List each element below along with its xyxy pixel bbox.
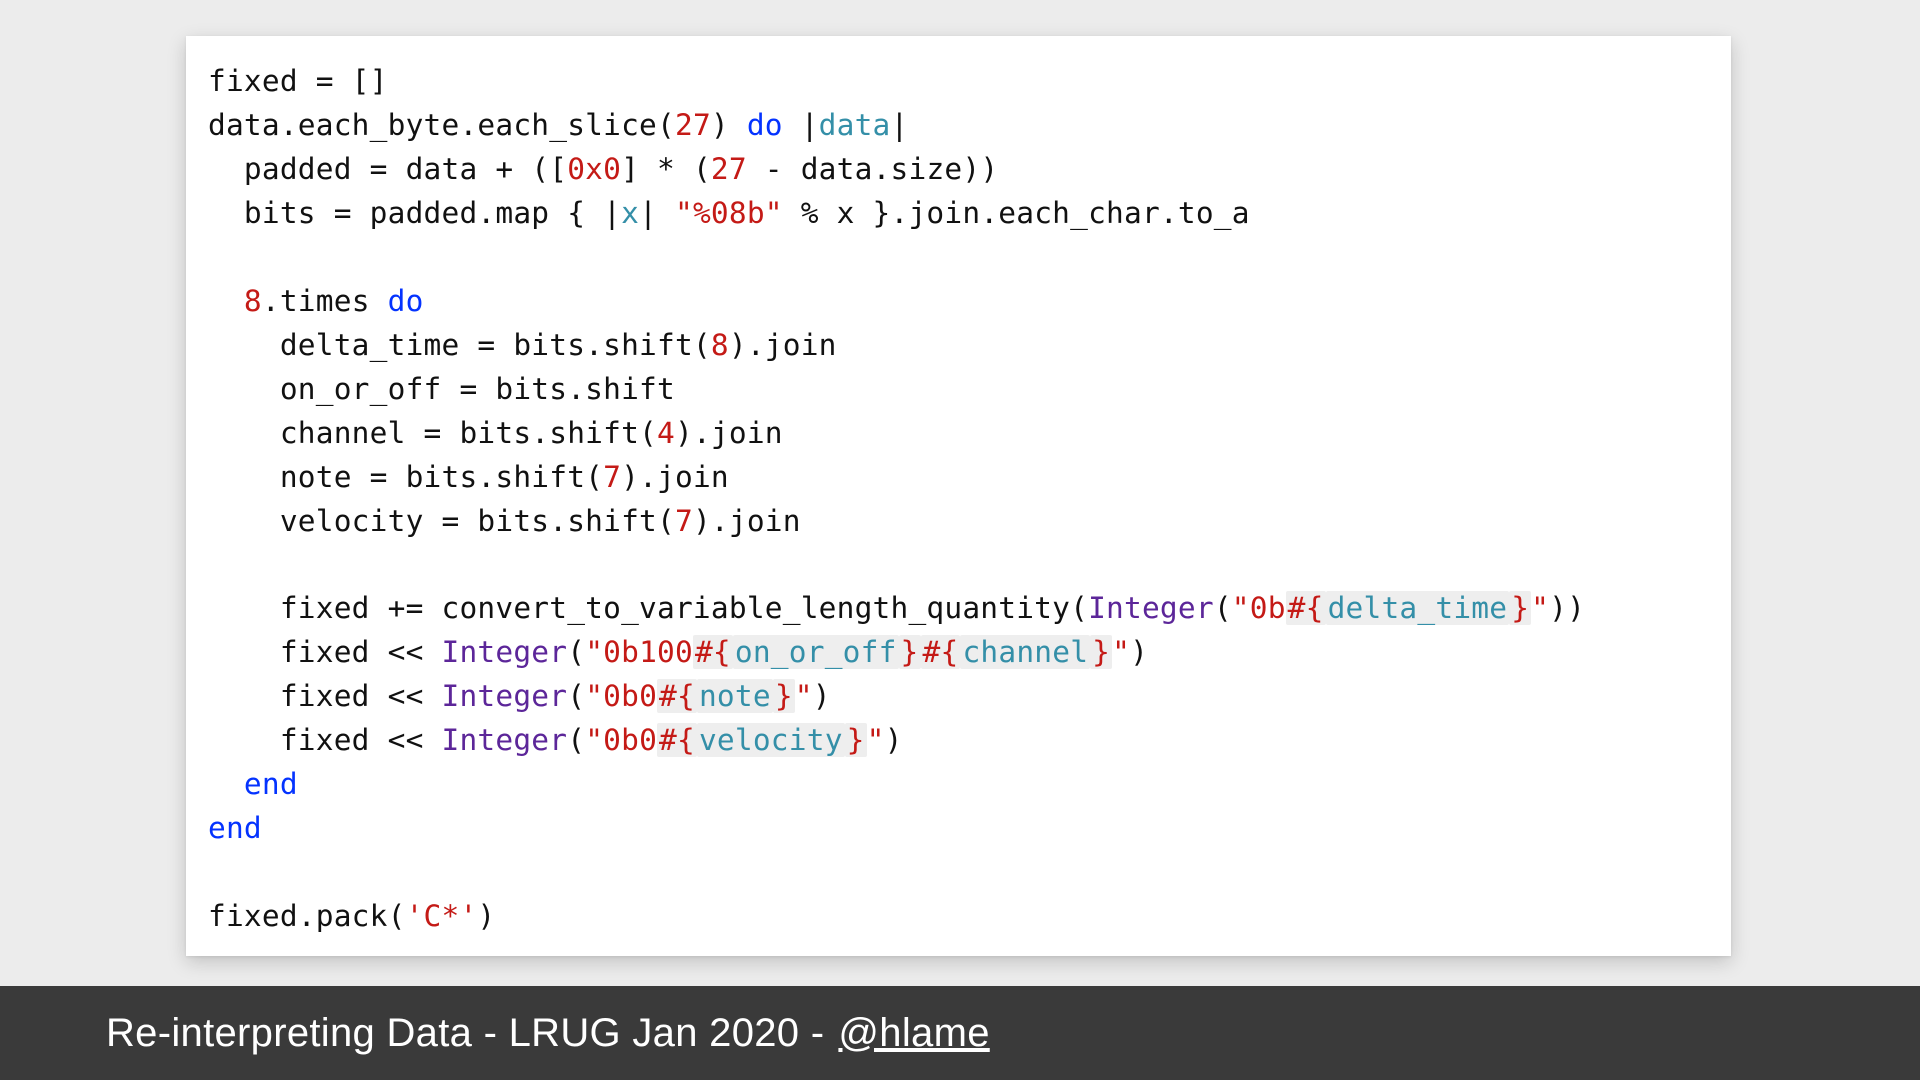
code-token: } bbox=[1509, 591, 1531, 625]
code-token: #{ bbox=[693, 635, 733, 669]
code-token: channel bbox=[960, 635, 1090, 669]
code-token: on_or_off bbox=[733, 635, 899, 669]
code-token: do bbox=[747, 108, 783, 142]
code-token: " bbox=[1112, 635, 1130, 669]
footer-handle: @hlame bbox=[838, 1011, 989, 1056]
slide-footer: Re-interpreting Data - LRUG Jan 2020 - @… bbox=[0, 986, 1920, 1080]
code-token: " bbox=[795, 679, 813, 713]
code-token: 27 bbox=[675, 108, 711, 142]
code-token: 4 bbox=[657, 416, 675, 450]
code-token: on_or_off = bits.shift bbox=[208, 372, 675, 406]
code-token: x bbox=[621, 196, 639, 230]
code-token: } bbox=[773, 679, 795, 713]
code-token: 'C*' bbox=[406, 899, 478, 933]
code-token: channel = bits.shift( bbox=[208, 416, 657, 450]
code-token: } bbox=[1090, 635, 1112, 669]
code-token: fixed = [] bbox=[208, 64, 388, 98]
code-token: 7 bbox=[603, 460, 621, 494]
code-token: } bbox=[899, 635, 921, 669]
code-token: #{ bbox=[657, 723, 697, 757]
code-token: ).join bbox=[693, 504, 801, 538]
code-token: ( bbox=[567, 723, 585, 757]
code-token: fixed << bbox=[208, 723, 442, 757]
code-token: 0x0 bbox=[567, 152, 621, 186]
code-token: Integer bbox=[442, 723, 568, 757]
code-block: fixed = [] data.each_byte.each_slice(27)… bbox=[208, 60, 1711, 939]
code-token: data.each_byte.each_slice( bbox=[208, 108, 675, 142]
code-token: "0b0 bbox=[585, 723, 657, 757]
code-token: - data.size)) bbox=[747, 152, 998, 186]
code-token: fixed.pack( bbox=[208, 899, 406, 933]
code-token: fixed << bbox=[208, 679, 442, 713]
code-token: ) bbox=[711, 108, 747, 142]
code-token: ( bbox=[567, 679, 585, 713]
code-token: end bbox=[208, 811, 262, 845]
slide-card: fixed = [] data.each_byte.each_slice(27)… bbox=[186, 36, 1731, 956]
code-token: ).join bbox=[729, 328, 837, 362]
code-token: delta_time bbox=[1326, 591, 1510, 625]
code-token: ] * ( bbox=[621, 152, 711, 186]
code-token: "0b0 bbox=[585, 679, 657, 713]
code-token: " bbox=[867, 723, 885, 757]
code-token: " bbox=[1531, 591, 1549, 625]
code-token: #{ bbox=[657, 679, 697, 713]
code-token: Integer bbox=[442, 635, 568, 669]
code-token: padded = data + ([ bbox=[208, 152, 567, 186]
code-token bbox=[208, 767, 244, 801]
code-token: .times bbox=[262, 284, 388, 318]
code-token: "0b100 bbox=[585, 635, 693, 669]
code-token: #{ bbox=[921, 635, 961, 669]
code-token: "%08b" bbox=[675, 196, 783, 230]
code-token: ( bbox=[1214, 591, 1232, 625]
code-token: "0b bbox=[1232, 591, 1286, 625]
code-token: do bbox=[388, 284, 424, 318]
code-token: bits = padded.map { | bbox=[208, 196, 621, 230]
code-token: fixed += convert_to_variable_length_quan… bbox=[208, 591, 1088, 625]
code-token: ) bbox=[1130, 635, 1148, 669]
code-token: data bbox=[819, 108, 891, 142]
code-token: ) bbox=[885, 723, 903, 757]
code-token: velocity = bits.shift( bbox=[208, 504, 675, 538]
code-token: end bbox=[244, 767, 298, 801]
code-token: } bbox=[845, 723, 867, 757]
code-token: Integer bbox=[1088, 591, 1214, 625]
code-token: ) bbox=[813, 679, 831, 713]
code-token: | bbox=[891, 108, 909, 142]
code-token: velocity bbox=[697, 723, 845, 757]
code-token: note = bits.shift( bbox=[208, 460, 603, 494]
code-token: ( bbox=[567, 635, 585, 669]
code-token: ).join bbox=[621, 460, 729, 494]
code-token: | bbox=[783, 108, 819, 142]
code-token: ) bbox=[477, 899, 495, 933]
code-token: 7 bbox=[675, 504, 693, 538]
code-token bbox=[208, 284, 244, 318]
code-token: ).join bbox=[675, 416, 783, 450]
footer-text: Re-interpreting Data - LRUG Jan 2020 - bbox=[106, 1011, 824, 1056]
code-token: % x }.join.each_char.to_a bbox=[783, 196, 1250, 230]
code-token: 27 bbox=[711, 152, 747, 186]
code-token: )) bbox=[1549, 591, 1585, 625]
code-token: 8 bbox=[711, 328, 729, 362]
code-token: note bbox=[697, 679, 773, 713]
code-token: Integer bbox=[442, 679, 568, 713]
code-token: delta_time = bits.shift( bbox=[208, 328, 711, 362]
code-token: #{ bbox=[1286, 591, 1326, 625]
code-token: | bbox=[639, 196, 675, 230]
code-token: fixed << bbox=[208, 635, 442, 669]
code-token: 8 bbox=[244, 284, 262, 318]
